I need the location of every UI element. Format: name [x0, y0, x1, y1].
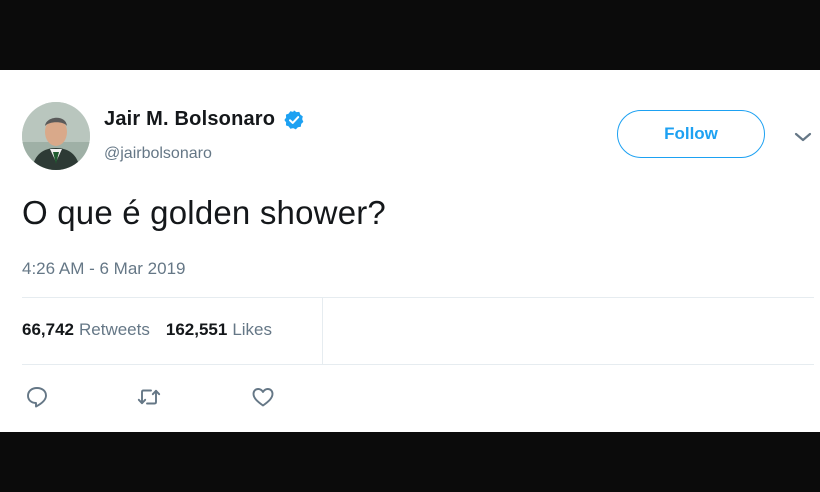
retweet-icon[interactable] [136, 384, 162, 410]
author-name[interactable]: Jair M. Bolsonaro [104, 108, 275, 131]
reply-icon[interactable] [24, 384, 50, 410]
tweet-card: Jair M. Bolsonaro @jairbolsonaro Follow … [0, 70, 820, 432]
tweet-text: O que é golden shower? [22, 194, 386, 231]
likes-stat[interactable]: 162,551 Likes [166, 320, 272, 340]
stats-separator [322, 298, 323, 364]
divider [22, 297, 814, 298]
verified-badge-icon [284, 109, 304, 129]
tweet-stats: 66,742 Retweets 162,551 Likes [22, 320, 272, 340]
like-icon[interactable] [250, 384, 276, 410]
author-handle[interactable]: @jairbolsonaro [104, 145, 212, 163]
tweet-timestamp[interactable]: 4:26 AM - 6 Mar 2019 [22, 259, 185, 279]
likes-count: 162,551 [165, 320, 228, 339]
author-name-row: Jair M. Bolsonaro [104, 108, 305, 131]
retweets-label: Retweets [79, 320, 150, 339]
retweets-stat[interactable]: 66,742 Retweets [22, 320, 150, 340]
follow-button[interactable]: Follow [617, 110, 765, 158]
chevron-down-icon[interactable] [793, 130, 813, 144]
tweet-actions [0, 384, 820, 410]
likes-label: Likes [232, 320, 273, 339]
retweets-count: 66,742 [22, 320, 74, 339]
divider [22, 364, 814, 365]
avatar-image [22, 102, 90, 170]
avatar[interactable] [22, 102, 90, 170]
